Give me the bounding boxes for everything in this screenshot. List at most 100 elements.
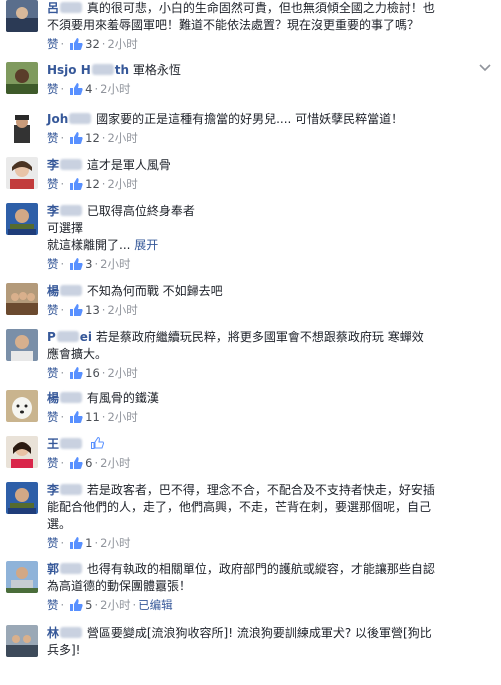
timestamp[interactable]: 2小时: [107, 410, 137, 424]
author-name[interactable]: 李: [47, 483, 83, 497]
comment-line: 有風骨的鐵漢: [86, 391, 159, 405]
like-count[interactable]: 12: [85, 131, 100, 145]
comment-line: 已取得高位終身奉者: [86, 204, 195, 218]
author-name[interactable]: 楊: [47, 391, 83, 405]
comment-text: 呂 真的很可悲，小白的生命固然可貴，但也無須傾全國之力檢討！也 不須要用來羞辱國…: [47, 0, 489, 34]
author-name[interactable]: 王: [47, 437, 83, 451]
timestamp[interactable]: 2小时: [107, 131, 137, 145]
thumbs-up-icon: [70, 457, 83, 469]
thumbs-up-icon: [70, 38, 83, 50]
timestamp[interactable]: 2小时: [100, 82, 130, 96]
comment-line: 就這樣離開了...: [47, 238, 131, 252]
avatar[interactable]: [6, 111, 38, 143]
edited-link[interactable]: 已编辑: [138, 598, 173, 612]
comment-line: 應會擴大。: [47, 347, 108, 361]
comment-line: 不須要用來羞辱國軍吧！難道不能依法處置？現在沒更重要的事了嗎？: [47, 18, 420, 32]
like-count[interactable]: 16: [85, 366, 100, 380]
comment-line: 軍格永恆: [132, 63, 181, 77]
comment-line: 營區要變成[流浪狗收容所]! 流浪狗要訓練成軍犬? 以後軍營[狗比: [86, 626, 432, 640]
comment-line: 真的很可悲，小白的生命固然可貴，但也無須傾全國之力檢討！也: [86, 1, 435, 15]
comment-meta: 赞 · 12 · 2小时: [47, 131, 138, 145]
comment-meta: 赞 · 1 · 2小时: [47, 536, 131, 550]
comment-text: 李 已取得高位終身奉者 可選擇 就這樣離開了... 展开: [47, 203, 489, 254]
author-name[interactable]: 呂: [47, 1, 83, 15]
avatar[interactable]: [6, 436, 38, 468]
comment-meta: 赞 · 3 · 2小时: [47, 257, 131, 271]
comment-text: 楊 有風骨的鐵漢: [47, 390, 489, 407]
like-count[interactable]: 1: [85, 536, 92, 550]
timestamp[interactable]: 2小时: [107, 366, 137, 380]
timestamp[interactable]: 2小时: [107, 303, 137, 317]
comment-text: Hsjo Hth 軍格永恆: [47, 62, 489, 79]
like-button[interactable]: 赞: [47, 131, 59, 145]
comment-line: 也得有執政的相關單位，政府部門的護航或縱容，才能讓那些自認: [86, 562, 435, 576]
avatar[interactable]: [6, 283, 38, 315]
like-button[interactable]: 赞: [47, 82, 59, 96]
like-count[interactable]: 12: [85, 177, 100, 191]
thumbs-up-icon: [70, 367, 83, 379]
author-name[interactable]: 楊: [47, 284, 83, 298]
comment-text: Joh 國家要的正是這種有擔當的好男兒.... 可惜妖孽民粹當道！: [47, 111, 489, 128]
like-button[interactable]: 赞: [47, 536, 59, 550]
like-button[interactable]: 赞: [47, 410, 59, 424]
comment-line: 若是蔡政府繼續玩民粹，將更多國軍會不想跟蔡政府玩 寒蟬效: [95, 330, 424, 344]
like-count[interactable]: 11: [85, 410, 100, 424]
avatar[interactable]: [6, 561, 38, 593]
author-name[interactable]: Joh: [47, 112, 92, 126]
comment-text: 王: [47, 436, 489, 453]
comment-meta: 赞 · 16 · 2小时: [47, 366, 138, 380]
author-name[interactable]: 林: [47, 626, 83, 640]
comment-text: 楊 不知為何而戰 不如歸去吧: [47, 283, 489, 300]
like-button[interactable]: 赞: [47, 456, 59, 470]
timestamp[interactable]: 2小时: [100, 598, 130, 612]
timestamp[interactable]: 2小时: [100, 257, 130, 271]
author-name[interactable]: 郭: [47, 562, 83, 576]
comment-meta: 赞 · 12 · 2小时: [47, 177, 138, 191]
comment-line: 國家要的正是這種有擔當的好男兒.... 可惜妖孽民粹當道！: [96, 112, 404, 126]
comment-meta: 赞 · 11 · 2小时: [47, 410, 138, 424]
comment-text: 郭 也得有執政的相關單位，政府部門的護航或縱容，才能讓那些自認 為高道德的動保團…: [47, 561, 489, 595]
timestamp[interactable]: 2小时: [100, 456, 130, 470]
timestamp[interactable]: 2小时: [107, 37, 137, 51]
avatar[interactable]: [6, 0, 38, 32]
avatar[interactable]: [6, 62, 38, 94]
chevron-down-icon[interactable]: [479, 64, 491, 72]
like-button[interactable]: 赞: [47, 366, 59, 380]
avatar[interactable]: [6, 329, 38, 361]
author-name[interactable]: 李: [47, 158, 83, 172]
comment-line: 可選擇: [47, 221, 84, 235]
like-button[interactable]: 赞: [47, 257, 59, 271]
comment-meta: 赞 · 6 · 2小时: [47, 456, 131, 470]
author-name[interactable]: Pei: [47, 330, 92, 344]
like-button[interactable]: 赞: [47, 37, 59, 51]
avatar[interactable]: [6, 625, 38, 657]
comment-meta: 赞 · 13 · 2小时: [47, 303, 138, 317]
like-button[interactable]: 赞: [47, 598, 59, 612]
like-button[interactable]: 赞: [47, 177, 59, 191]
like-button[interactable]: 赞: [47, 303, 59, 317]
like-count[interactable]: 32: [85, 37, 100, 51]
like-count[interactable]: 4: [85, 82, 92, 96]
like-count[interactable]: 3: [85, 257, 92, 271]
comment-meta: 赞 · 4 · 2小时: [47, 82, 131, 96]
comment-meta: 赞 · 32 · 2小时: [47, 37, 138, 51]
avatar[interactable]: [6, 482, 38, 514]
comment-line: 不知為何而戰 不如歸去吧: [86, 284, 223, 298]
avatar[interactable]: [6, 157, 38, 189]
avatar[interactable]: [6, 390, 38, 422]
thumbs-up-icon: [70, 83, 83, 95]
timestamp[interactable]: 2小时: [107, 177, 137, 191]
comment-text: 李 這才是軍人風骨: [47, 157, 489, 174]
timestamp[interactable]: 2小时: [100, 536, 130, 550]
like-count[interactable]: 13: [85, 303, 100, 317]
expand-link[interactable]: 展开: [134, 238, 158, 252]
author-name[interactable]: Hsjo Hth: [47, 63, 129, 77]
like-count[interactable]: 5: [85, 598, 92, 612]
avatar[interactable]: [6, 203, 38, 235]
comment-line: 兵多]!: [47, 643, 81, 657]
author-name[interactable]: 李: [47, 204, 83, 218]
like-count[interactable]: 6: [85, 456, 92, 470]
comment-line: 選。: [47, 517, 72, 531]
comment-line: 這才是軍人風骨: [86, 158, 171, 172]
thumbs-up-icon: [70, 304, 83, 316]
